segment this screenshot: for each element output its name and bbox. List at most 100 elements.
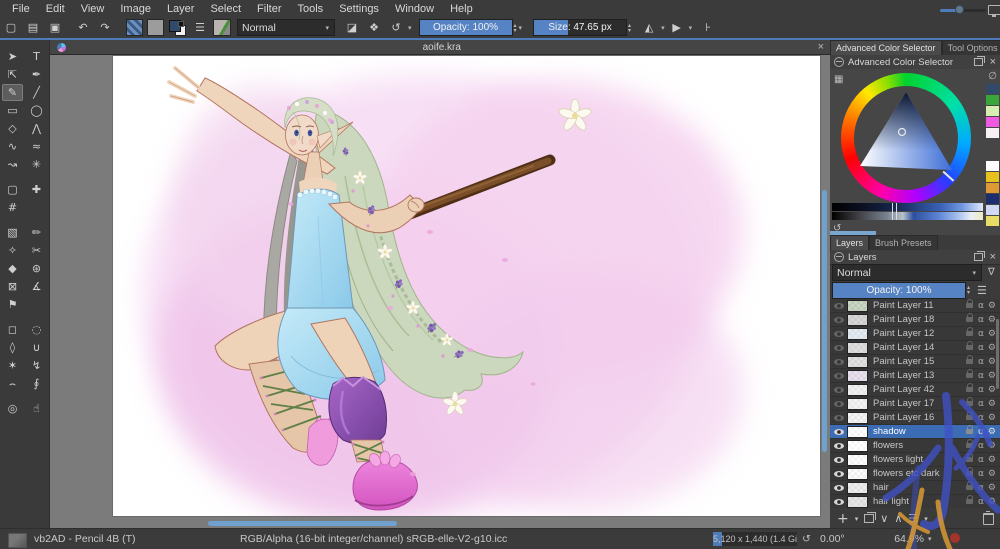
menu-edit[interactable]: Edit: [38, 2, 73, 16]
reload-preset-icon[interactable]: ↺: [387, 19, 405, 36]
float-docker-icon[interactable]: [974, 58, 983, 66]
chevron-down-icon[interactable]: ▾: [661, 24, 665, 32]
lock-icon[interactable]: [966, 471, 973, 476]
eraser-mode-icon[interactable]: ◪: [343, 19, 361, 36]
layer-row[interactable]: shadowα⚙: [830, 425, 1000, 439]
move-layer-up-button[interactable]: ∧: [894, 512, 902, 525]
lock-icon[interactable]: [966, 345, 973, 350]
inherit-alpha-icon[interactable]: ⚙: [988, 483, 996, 493]
close-icon[interactable]: ×: [990, 252, 996, 262]
pattern-swatch[interactable]: [147, 19, 164, 36]
tool-freehand-select[interactable]: ∪: [26, 339, 47, 356]
history-swatch-8[interactable]: [986, 172, 999, 182]
layer-row[interactable]: hair lightα⚙: [830, 495, 1000, 508]
tab-tool-options[interactable]: Tool Options: [942, 40, 1000, 55]
tool-gradient[interactable]: ▧: [2, 224, 23, 241]
inherit-alpha-icon[interactable]: ⚙: [988, 469, 996, 479]
zoom-dropdown-icon[interactable]: ▾: [928, 535, 932, 543]
lock-icon[interactable]: [966, 317, 973, 322]
visibility-eye-icon[interactable]: [834, 429, 844, 435]
layer-row[interactable]: Paint Layer 15α⚙: [830, 355, 1000, 369]
lock-icon[interactable]: [966, 457, 973, 462]
layer-opacity-spinner[interactable]: ▴▾: [967, 285, 970, 295]
layer-list-scrollbar[interactable]: [996, 319, 999, 389]
tool-fill[interactable]: ◆: [2, 260, 23, 277]
selector-settings-icon[interactable]: ▦: [834, 74, 843, 85]
add-layer-button[interactable]: +: [837, 511, 849, 527]
lock-icon[interactable]: [966, 443, 973, 448]
open-document-icon[interactable]: ▤: [24, 19, 42, 36]
tool-transform[interactable]: ▢: [2, 181, 23, 198]
history-swatch-7[interactable]: [986, 161, 999, 171]
tool-color-sampler[interactable]: ✏: [26, 224, 47, 241]
brush-settings-icon[interactable]: ☰: [191, 19, 209, 36]
close-icon[interactable]: ×: [818, 41, 824, 53]
properties-dropdown-icon[interactable]: ▾: [924, 515, 928, 523]
tab-brush-presets[interactable]: Brush Presets: [869, 235, 938, 250]
shade-strip-1[interactable]: [832, 203, 983, 211]
layer-row[interactable]: Paint Layer 11α⚙: [830, 299, 1000, 313]
tool-colorize-mask[interactable]: ⊠: [2, 278, 23, 295]
canvas-paper[interactable]: [113, 56, 820, 516]
layer-row[interactable]: Paint Layer 12α⚙: [830, 327, 1000, 341]
layer-row[interactable]: Paint Layer 17α⚙: [830, 397, 1000, 411]
tool-move[interactable]: ✚: [26, 181, 47, 198]
trim-to-image-icon[interactable]: ⊦: [699, 19, 717, 36]
visibility-eye-icon[interactable]: [834, 415, 844, 421]
size-slider[interactable]: Size: 47.65 px: [533, 19, 627, 36]
canvas-horizontal-scrollbar[interactable]: [208, 521, 397, 526]
lock-icon[interactable]: [966, 429, 973, 434]
inherit-alpha-icon[interactable]: ⚙: [988, 371, 996, 381]
inherit-alpha-icon[interactable]: ⚙: [988, 329, 996, 339]
history-swatch-4[interactable]: [986, 128, 999, 138]
visibility-eye-icon[interactable]: [834, 443, 844, 449]
tool-measure[interactable]: ∡: [26, 278, 47, 295]
tool-enclose-fill[interactable]: ⊛: [26, 260, 47, 277]
inherit-alpha-icon[interactable]: ⚙: [988, 441, 996, 451]
inherit-alpha-icon[interactable]: ⚙: [988, 399, 996, 409]
shade-strip-2[interactable]: [832, 212, 983, 220]
brush-preset-icon[interactable]: [213, 19, 231, 36]
foreground-background-colors[interactable]: [169, 20, 186, 36]
alpha-lock-icon[interactable]: α: [978, 441, 984, 451]
tool-polygonal-select[interactable]: ◊: [2, 339, 23, 356]
layer-row[interactable]: Paint Layer 13α⚙: [830, 369, 1000, 383]
inherit-alpha-icon[interactable]: ⚙: [988, 357, 996, 367]
tool-pattern-edit[interactable]: ✧: [2, 242, 23, 259]
menu-image[interactable]: Image: [112, 2, 159, 16]
hue-wheel[interactable]: [841, 73, 971, 203]
sv-triangle[interactable]: [854, 86, 958, 190]
menu-help[interactable]: Help: [442, 2, 481, 16]
canvas-vertical-scrollbar[interactable]: [822, 190, 827, 452]
tool-magnetic-select[interactable]: ∮: [26, 375, 47, 392]
tool-edit-shapes[interactable]: ⇱: [2, 66, 23, 83]
history-swatch-1[interactable]: [986, 95, 999, 105]
visibility-eye-icon[interactable]: [834, 303, 844, 309]
layer-row[interactable]: flowers lightα⚙: [830, 453, 1000, 467]
gradient-swatch[interactable]: [126, 19, 143, 36]
menu-filter[interactable]: Filter: [249, 2, 289, 16]
alpha-lock-icon[interactable]: α: [978, 301, 984, 311]
inherit-alpha-icon[interactable]: ⚙: [988, 427, 996, 437]
visibility-eye-icon[interactable]: [834, 331, 844, 337]
layer-row[interactable]: Paint Layer 16α⚙: [830, 411, 1000, 425]
layer-options-menu-icon[interactable]: ☰: [977, 284, 987, 297]
history-swatch-12[interactable]: [986, 216, 999, 226]
alpha-lock-icon[interactable]: α: [978, 497, 984, 507]
alpha-lock-icon[interactable]: α: [978, 413, 984, 423]
layer-row[interactable]: hairα⚙: [830, 481, 1000, 495]
layer-row[interactable]: flowers etc darkα⚙: [830, 467, 1000, 481]
tool-crop[interactable]: #: [2, 199, 23, 216]
alpha-lock-icon[interactable]: α: [978, 315, 984, 325]
visibility-eye-icon[interactable]: [834, 401, 844, 407]
lock-icon[interactable]: [966, 331, 973, 336]
chevron-down-icon[interactable]: ▾: [689, 24, 693, 32]
alpha-lock-icon[interactable]: α: [978, 427, 984, 437]
rotation-reset-icon[interactable]: ↺: [802, 533, 811, 545]
no-color-icon[interactable]: ∅: [988, 71, 997, 82]
lock-icon[interactable]: [966, 499, 973, 504]
menu-settings[interactable]: Settings: [331, 2, 387, 16]
inherit-alpha-icon[interactable]: ⚙: [988, 497, 996, 507]
save-document-icon[interactable]: ▣: [46, 19, 64, 36]
alpha-lock-icon[interactable]: α: [978, 483, 984, 493]
